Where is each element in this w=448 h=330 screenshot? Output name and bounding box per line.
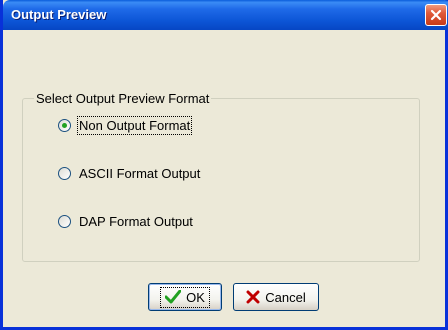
close-button[interactable] — [425, 4, 447, 26]
checkmark-icon — [165, 290, 182, 304]
option-non-output-format[interactable]: Non Output Format — [58, 116, 193, 135]
option-dap-format-output[interactable]: DAP Format Output — [58, 214, 193, 229]
option-label: DAP Format Output — [79, 214, 193, 229]
cancel-label: Cancel — [265, 289, 306, 305]
groupbox-label: Select Output Preview Format — [34, 91, 212, 106]
option-label: Non Output Format — [76, 116, 193, 135]
x-icon — [246, 290, 260, 304]
title-bar[interactable]: Output Preview — [3, 0, 448, 30]
radio-button[interactable] — [58, 119, 71, 132]
ok-button[interactable]: OK — [148, 283, 222, 311]
window-title: Output Preview — [11, 7, 107, 22]
option-label: ASCII Format Output — [79, 166, 201, 181]
radio-button[interactable] — [58, 215, 71, 228]
ok-label: OK — [186, 289, 205, 305]
close-icon — [430, 9, 442, 21]
option-ascii-format-output[interactable]: ASCII Format Output — [58, 166, 200, 181]
cancel-button[interactable]: Cancel — [233, 283, 319, 311]
radio-button[interactable] — [58, 167, 71, 180]
